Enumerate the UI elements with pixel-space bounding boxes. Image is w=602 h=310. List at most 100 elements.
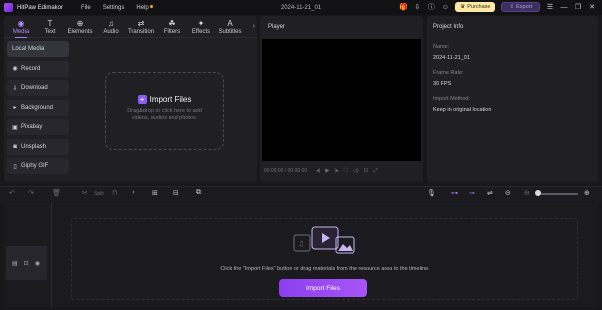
- fullscreen-icon[interactable]: ⛶: [344, 168, 348, 175]
- undo-icon[interactable]: ↶: [9, 189, 15, 197]
- subtitles-icon: A: [227, 19, 233, 28]
- tab-elements[interactable]: ⊕ Elements: [64, 18, 96, 35]
- media-dropzone[interactable]: + Import Files Drag&drop or click here t…: [105, 72, 224, 150]
- zoom-slider-track[interactable]: [538, 193, 578, 195]
- zoom-out-icon[interactable]: ⊖: [524, 189, 530, 197]
- tab-subtitles[interactable]: A Subtitles: [214, 18, 246, 35]
- tab-subtitles-label: Subtitles: [218, 29, 242, 35]
- close-icon[interactable]: ✕: [588, 3, 596, 11]
- sidebar-item-label: Pixabay: [21, 124, 43, 130]
- svg-text:♫: ♫: [298, 240, 304, 248]
- zoom-in-icon[interactable]: ⊕: [584, 189, 590, 197]
- step-back-icon[interactable]: ◂|: [316, 168, 320, 174]
- sidebar-item-pixabay[interactable]: ▣ Pixabay: [7, 119, 69, 135]
- lock-icon[interactable]: ⊡: [24, 260, 29, 267]
- chevron-right-icon[interactable]: ›: [253, 23, 255, 30]
- name-label: Name:: [433, 44, 450, 50]
- tab-filters[interactable]: ☘ Filters: [156, 18, 188, 35]
- menu-help[interactable]: Help: [136, 4, 154, 11]
- dropzone-hint: Drag&drop or click here to add videos, a…: [127, 108, 202, 121]
- sidebar-item-local-media[interactable]: Local Media: [7, 41, 69, 57]
- project-info-title: Project Info: [433, 24, 464, 30]
- giphy-icon: ▯: [13, 163, 17, 170]
- tab-text[interactable]: T Text: [34, 18, 66, 35]
- menu-settings[interactable]: Settings: [103, 5, 125, 11]
- record-voice-icon[interactable]: ⊟: [173, 189, 179, 197]
- tab-audio-label: Audio: [103, 29, 119, 35]
- titlebar-actions: 🎁 ⇩ ⓘ ☺ ♛ Purchase ⇪ Export ☰ — ❐ ✕: [399, 2, 596, 12]
- timeline-toolbar: ↶ ↷ 🗑 ✂ Split ⊓ ◐ ⊞ ⊟ ⧉ 🎙 ⊶ ⊸ ⇌ ⊝ ⊖ ⊕: [0, 186, 602, 202]
- rotate-icon[interactable]: ◐: [132, 189, 136, 196]
- tab-transition-label: Transition: [127, 29, 155, 35]
- info-icon[interactable]: ⓘ: [427, 3, 435, 11]
- video-track-icon[interactable]: ▤: [12, 260, 18, 267]
- gift-icon[interactable]: 🎁: [399, 3, 408, 11]
- account-icon[interactable]: ☺: [441, 3, 449, 11]
- purchase-button[interactable]: ♛ Purchase: [455, 2, 496, 12]
- fit-icon[interactable]: ⇌: [487, 189, 493, 197]
- import-files-button[interactable]: Import Files: [279, 279, 367, 297]
- magnet-icon[interactable]: ⊶: [451, 189, 458, 197]
- volume-icon[interactable]: ◁): [353, 168, 359, 174]
- unsplash-icon: ◙: [13, 143, 17, 150]
- media-panel: ◉ Media T Text ⊕ Elements ♫ Audio ⇄ Transitio…: [4, 16, 257, 182]
- minimize-icon[interactable]: —: [560, 3, 568, 11]
- sidebar-item-label: Record: [21, 65, 41, 72]
- screenshot-icon[interactable]: ⧉: [196, 189, 201, 197]
- tab-effects-label: Effects: [191, 29, 211, 35]
- export-button[interactable]: ⇪ Export: [501, 2, 540, 12]
- tab-audio[interactable]: ♫ Audio: [95, 18, 127, 35]
- audio-icon: ♫: [108, 19, 114, 28]
- frame-rate-label: Frame Rate:: [433, 70, 464, 76]
- text-icon: T: [47, 19, 53, 28]
- menu-icon[interactable]: ☰: [546, 3, 554, 11]
- name-value: 2024-11-21_01: [433, 55, 470, 61]
- menu-bar: File Settings Help: [81, 4, 154, 11]
- restore-icon[interactable]: ❐: [574, 3, 582, 11]
- crop-icon[interactable]: ⊓: [112, 189, 117, 197]
- playback-time: 00:00:00 / 00:00:00: [264, 168, 308, 174]
- app-name: HitPaw Edimakor: [17, 4, 64, 11]
- split-label: Split: [94, 191, 104, 197]
- import-files-label: Import Files: [149, 95, 192, 104]
- tab-media[interactable]: ◉ Media: [5, 18, 37, 38]
- sidebar-item-giphy[interactable]: ▯ Giphy GIF: [7, 158, 69, 174]
- add-icon: +: [137, 95, 147, 104]
- tab-effects[interactable]: ✦ Effects: [185, 18, 217, 35]
- sidebar-item-background[interactable]: ▸ Background: [7, 99, 69, 116]
- microphone-icon[interactable]: 🎙: [427, 189, 436, 197]
- timeline-hint: Click the "Import Files" button or drag …: [220, 266, 430, 272]
- player-panel: Player 00:00:00 / 00:00:00 ◂| ▶ |▸ ⛶ ◁) …: [260, 16, 423, 182]
- cloud-download-icon[interactable]: ⇩: [413, 3, 421, 11]
- link-icon[interactable]: ⊸: [469, 189, 475, 197]
- text-tool-icon[interactable]: ⊞: [152, 189, 158, 197]
- menu-file[interactable]: File: [81, 5, 91, 11]
- preview-screen: [262, 39, 421, 178]
- export-icon: ⇪: [509, 4, 515, 10]
- expand-icon: ▸: [13, 105, 17, 111]
- play-icon[interactable]: ▶: [325, 168, 329, 174]
- sidebar-item-label: Download: [21, 85, 48, 91]
- sidebar-item-label: Unsplash: [21, 143, 47, 150]
- download-icon: ⇩: [12, 85, 18, 92]
- sidebar-item-unsplash[interactable]: ◙ Unsplash: [7, 138, 69, 155]
- split-icon[interactable]: ✂: [82, 189, 88, 197]
- sidebar-item-label: Giphy GIF: [21, 163, 49, 169]
- sidebar-item-download[interactable]: ⇩ Download: [7, 80, 69, 96]
- player-title: Player: [268, 24, 286, 30]
- delete-icon[interactable]: 🗑: [52, 189, 61, 197]
- track-settings-icon[interactable]: ⊝: [505, 189, 511, 197]
- tab-media-label: Media: [12, 29, 30, 35]
- expand-icon[interactable]: ⤢: [373, 168, 377, 175]
- redo-icon[interactable]: ↷: [28, 189, 34, 197]
- media-icon: ◉: [17, 19, 25, 28]
- visibility-icon[interactable]: ◉: [35, 260, 40, 267]
- step-forward-icon[interactable]: |▸: [335, 168, 339, 174]
- snapshot-icon[interactable]: ⊡: [364, 168, 369, 174]
- sidebar-item-record[interactable]: ◉ Record: [7, 60, 69, 77]
- tab-transition[interactable]: ⇄ Transition: [125, 18, 157, 35]
- track-divider: [51, 203, 52, 307]
- track-header: ▤ ⊡ ◉: [6, 246, 47, 280]
- zoom-slider-handle[interactable]: [535, 190, 541, 196]
- app-logo-icon: [4, 3, 13, 12]
